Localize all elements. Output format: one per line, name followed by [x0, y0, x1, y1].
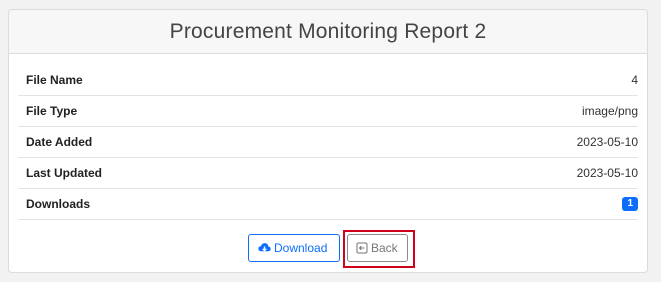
detail-label: Date Added — [26, 135, 93, 149]
file-details-card: Procurement Monitoring Report 2 File Nam… — [8, 9, 648, 273]
detail-label: Last Updated — [26, 166, 103, 180]
detail-row-downloads: Downloads 1 — [18, 189, 638, 220]
cloud-download-icon — [258, 242, 271, 254]
detail-value: 4 — [631, 73, 638, 87]
download-button-label: Download — [274, 241, 328, 255]
action-bar: Download Back — [9, 230, 647, 268]
card-header: Procurement Monitoring Report 2 — [9, 10, 647, 54]
back-button[interactable]: Back — [347, 234, 408, 262]
detail-row-last-updated: Last Updated 2023-05-10 — [18, 158, 638, 189]
detail-label: File Name — [26, 73, 83, 87]
box-arrow-left-icon — [356, 242, 368, 254]
detail-value: image/png — [581, 104, 638, 118]
downloads-count-badge: 1 — [622, 197, 638, 211]
detail-value: 2023-05-10 — [576, 166, 638, 180]
detail-row-file-type: File Type image/png — [18, 96, 638, 127]
back-button-label: Back — [371, 241, 398, 255]
download-button[interactable]: Download — [248, 234, 340, 262]
details-list: File Name 4 File Type image/png Date Add… — [18, 65, 638, 220]
page-title: Procurement Monitoring Report 2 — [169, 19, 487, 43]
detail-row-date-added: Date Added 2023-05-10 — [18, 127, 638, 158]
detail-label: Downloads — [26, 197, 91, 211]
detail-value: 2023-05-10 — [576, 135, 638, 149]
detail-label: File Type — [26, 104, 78, 118]
detail-row-file-name: File Name 4 — [18, 65, 638, 96]
